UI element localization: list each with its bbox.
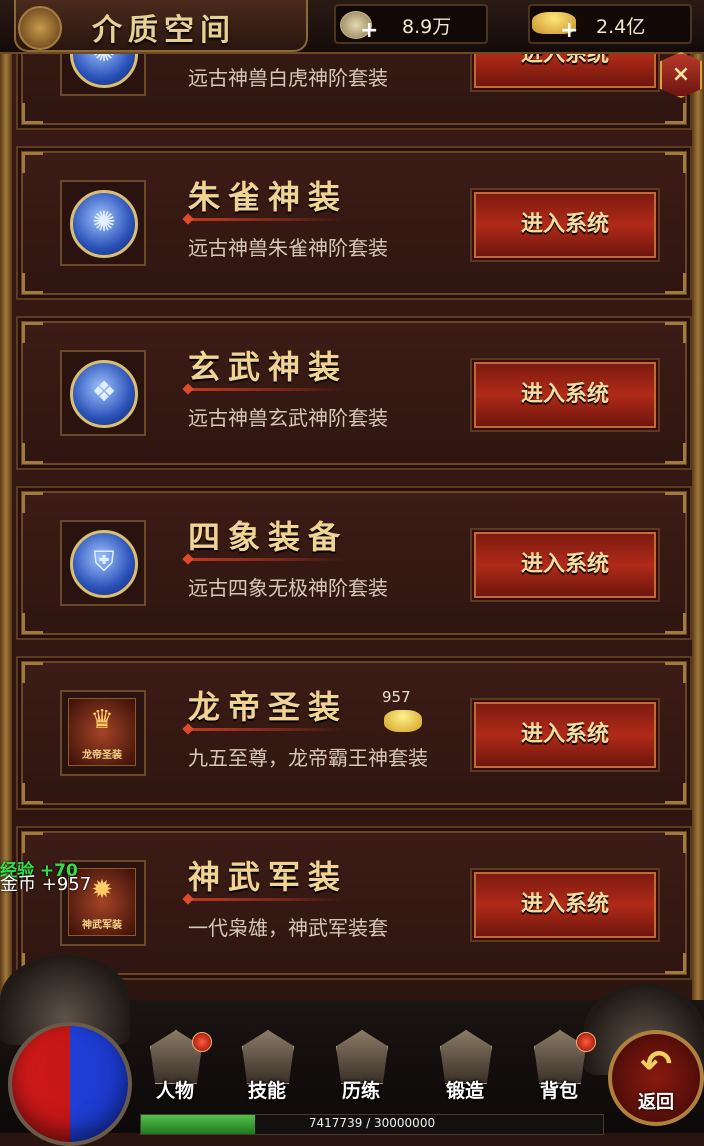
row-corner-ornament: [665, 273, 686, 294]
title-emblem-icon: [18, 6, 62, 50]
equipment-row: ✹ 神武军装 神武军装 一代枭雄，神武军装套 进入系统: [16, 826, 692, 980]
floating-gold-label: 金币: [0, 874, 36, 895]
notification-dot-icon: [576, 1032, 596, 1052]
row-description: 远古神兽玄武神阶套装: [188, 406, 388, 430]
ingot-amount: 2.4亿: [596, 16, 646, 38]
row-description: 远古神兽朱雀神阶套装: [188, 236, 388, 260]
row-corner-ornament: [665, 953, 686, 974]
enter-system-button[interactable]: 进入系统: [472, 190, 658, 260]
copper-coin-counter[interactable]: + 8.9万: [334, 4, 488, 44]
row-corner-ornament: [22, 783, 43, 804]
equipment-list[interactable]: ✺ 远古神兽白虎神阶套装 进入系统 ✺ 朱雀神装 远古神兽朱雀神阶套装 进入系统…: [12, 40, 692, 1000]
gold-drop-count: 957: [382, 688, 411, 706]
back-button[interactable]: ↶ 返回: [608, 1030, 704, 1126]
nav-skills[interactable]: 技能: [226, 1030, 308, 1110]
row-corner-ornament: [22, 662, 43, 683]
floating-gold-text: 金币 +957: [0, 870, 91, 896]
row-corner-ornament: [665, 152, 686, 173]
nav-training[interactable]: 历练: [320, 1030, 402, 1110]
armor-icon: ⛨: [70, 530, 138, 598]
notification-dot-icon: [192, 1032, 212, 1052]
phoenix-glyph: ✺: [92, 205, 116, 238]
row-corner-ornament: [22, 613, 43, 634]
row-title: 朱雀神装: [188, 178, 349, 216]
armor-glyph: ⛨: [93, 545, 115, 578]
title-underline: [184, 728, 344, 731]
row-corner-ornament: [665, 322, 686, 343]
row-corner-ornament: [665, 103, 686, 124]
equipment-row: ♛ 龙帝圣装 龙帝圣装 957 九五至尊，龙帝霸王神套装 进入系统: [16, 656, 692, 810]
coin-amount: 8.9万: [402, 16, 452, 38]
title-underline: [184, 898, 344, 901]
gold-ingot-counter[interactable]: + 2.4亿: [528, 4, 692, 44]
item-icon-frame[interactable]: ❖: [60, 350, 146, 436]
title-underline: [184, 218, 344, 221]
row-corner-ornament: [22, 832, 43, 853]
row-corner-ornament: [665, 783, 686, 804]
nav-label: 锻造: [445, 1080, 484, 1102]
back-label: 返回: [638, 1092, 674, 1113]
exp-progress-bar: 7417739 / 30000000: [140, 1114, 604, 1135]
tortoise-icon: ❖: [70, 360, 138, 428]
row-corner-ornament: [22, 443, 43, 464]
nav-label: 技能: [247, 1080, 286, 1102]
right-frame-border: [692, 40, 704, 1000]
row-description: 远古神兽白虎神阶套装: [188, 66, 388, 90]
enter-system-button[interactable]: 进入系统: [472, 700, 658, 770]
title-plate: 介质空间: [14, 0, 308, 52]
nav-forge[interactable]: 锻造: [424, 1030, 506, 1110]
emblem-caption: 神武军装: [82, 920, 122, 931]
dragon-glyph: ♛: [90, 705, 114, 735]
nav-backpack[interactable]: 背包: [518, 1030, 600, 1110]
nav-character[interactable]: 人物: [134, 1030, 216, 1110]
title-underline: [184, 558, 344, 561]
nav-label: 历练: [341, 1080, 380, 1102]
row-corner-ornament: [665, 832, 686, 853]
title-underline: [184, 388, 344, 391]
phoenix-icon: ✺: [70, 190, 138, 258]
dragon-emperor-icon: ♛ 龙帝圣装: [68, 698, 136, 766]
row-corner-ornament: [22, 152, 43, 173]
enter-system-button[interactable]: 进入系统: [472, 530, 658, 600]
tortoise-glyph: ❖: [91, 375, 117, 408]
row-corner-ornament: [665, 443, 686, 464]
row-corner-ornament: [22, 492, 43, 513]
back-arrow-icon: ↶: [640, 1042, 672, 1086]
row-title: 玄武神装: [188, 348, 349, 386]
enter-system-button[interactable]: 进入系统: [472, 360, 658, 430]
item-icon-frame[interactable]: ⛨: [60, 520, 146, 606]
row-description: 九五至尊，龙帝霸王神套装: [188, 746, 428, 770]
row-corner-ornament: [665, 492, 686, 513]
hp-mp-orb: [8, 1022, 132, 1146]
page-title: 介质空间: [92, 13, 236, 48]
row-title: 龙帝圣装: [188, 688, 349, 726]
row-description: 一代枭雄，神武军装套: [188, 916, 388, 940]
row-corner-ornament: [665, 613, 686, 634]
nav-label: 背包: [539, 1080, 578, 1102]
item-icon-frame[interactable]: ♛ 龙帝圣装: [60, 690, 146, 776]
gold-ingot-icon: [384, 710, 422, 732]
nav-label: 人物: [155, 1080, 194, 1102]
top-bar: 介质空间 + 8.9万 + 2.4亿: [0, 0, 704, 54]
equipment-row: ❖ 玄武神装 远古神兽玄武神阶套装 进入系统: [16, 316, 692, 470]
add-coin-icon[interactable]: +: [360, 18, 378, 43]
floating-gold-value: +957: [41, 874, 92, 895]
row-corner-ornament: [22, 273, 43, 294]
row-description: 远古四象无极神阶套装: [188, 576, 388, 600]
row-title: 神武军装: [188, 858, 349, 896]
gold-drop-badge: 957: [382, 688, 432, 738]
emblem-caption: 龙帝圣装: [82, 750, 122, 761]
row-corner-ornament: [22, 103, 43, 124]
row-corner-ornament: [665, 662, 686, 683]
item-icon-frame[interactable]: ✺: [60, 180, 146, 266]
row-title: 四象装备: [188, 518, 349, 556]
exp-progress-text: 7417739 / 30000000: [308, 1116, 436, 1130]
equipment-row: ✺ 朱雀神装 远古神兽朱雀神阶套装 进入系统: [16, 146, 692, 300]
row-corner-ornament: [22, 322, 43, 343]
equipment-row: ⛨ 四象装备 远古四象无极神阶套装 进入系统: [16, 486, 692, 640]
add-ingot-icon[interactable]: +: [560, 18, 578, 43]
close-button[interactable]: ×: [660, 52, 702, 98]
enter-system-button[interactable]: 进入系统: [472, 870, 658, 940]
